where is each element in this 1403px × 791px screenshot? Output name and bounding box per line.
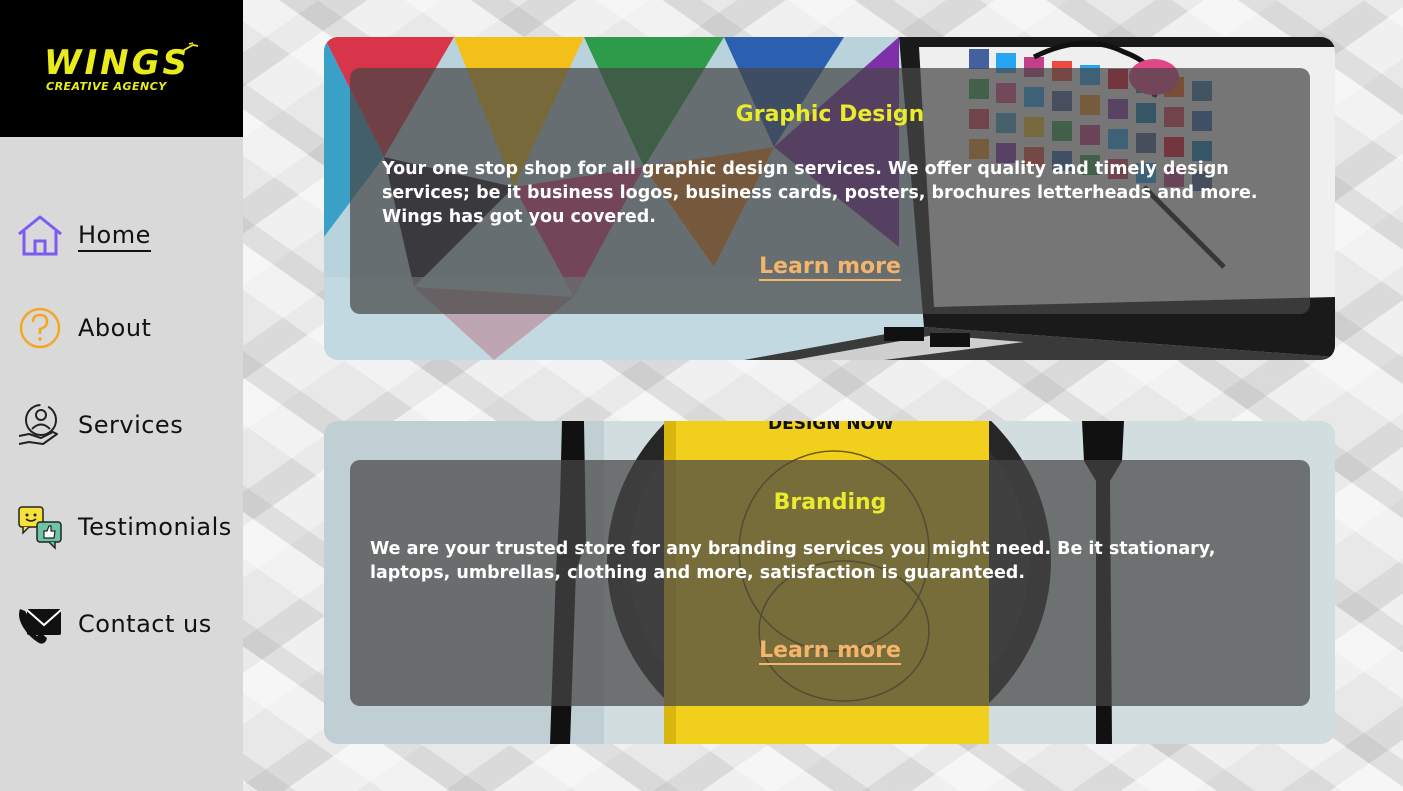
logo-tagline: CREATIVE AGENCY bbox=[46, 80, 167, 93]
nav-item-home[interactable]: Home bbox=[16, 212, 151, 260]
learn-more-link-container: Learn more bbox=[350, 638, 1310, 665]
card-title: Graphic Design bbox=[735, 102, 925, 127]
learn-more-link[interactable]: Learn more bbox=[759, 254, 901, 281]
house-icon bbox=[16, 212, 64, 260]
learn-more-link-container: Learn more bbox=[350, 254, 1310, 281]
service-card-graphic-design: Graphic Design Your one stop shop for al… bbox=[324, 37, 1335, 360]
book-title: DESIGN NOW bbox=[768, 421, 894, 434]
nav-item-services[interactable]: Services bbox=[16, 401, 183, 449]
nav-label-testimonials: Testimonials bbox=[78, 513, 232, 541]
card-overlay: Graphic Design Your one stop shop for al… bbox=[350, 68, 1310, 314]
card-description: We are your trusted store for any brandi… bbox=[370, 539, 1216, 583]
card-description: Your one stop shop for all graphic desig… bbox=[382, 159, 1258, 227]
service-card-branding: DESIGN NOW Branding We are your trusted … bbox=[324, 421, 1335, 744]
question-icon bbox=[16, 304, 64, 352]
nav-item-contact[interactable]: Contact us bbox=[16, 600, 212, 648]
nav-label-home: Home bbox=[78, 221, 151, 252]
nav-label-about: About bbox=[78, 314, 152, 342]
nav-item-about[interactable]: About bbox=[16, 304, 151, 352]
sidebar: WINGS CREATIVE AGENCY Home About Service… bbox=[0, 0, 243, 791]
nav-item-testimonials[interactable]: Testimonials bbox=[16, 503, 232, 551]
wing-icon bbox=[183, 42, 199, 51]
learn-more-link[interactable]: Learn more bbox=[759, 638, 901, 665]
nav-label-contact: Contact us bbox=[78, 610, 212, 638]
phone-envelope-icon bbox=[16, 600, 64, 648]
service-hand-icon bbox=[16, 401, 64, 449]
card-overlay: Branding We are your trusted store for a… bbox=[350, 460, 1310, 706]
logo-wordmark: WINGS bbox=[44, 43, 191, 83]
nav-label-services: Services bbox=[78, 411, 184, 439]
chat-thumbs-icon bbox=[16, 503, 64, 551]
logo[interactable]: WINGS CREATIVE AGENCY bbox=[0, 0, 243, 137]
card-title: Branding bbox=[773, 490, 887, 515]
